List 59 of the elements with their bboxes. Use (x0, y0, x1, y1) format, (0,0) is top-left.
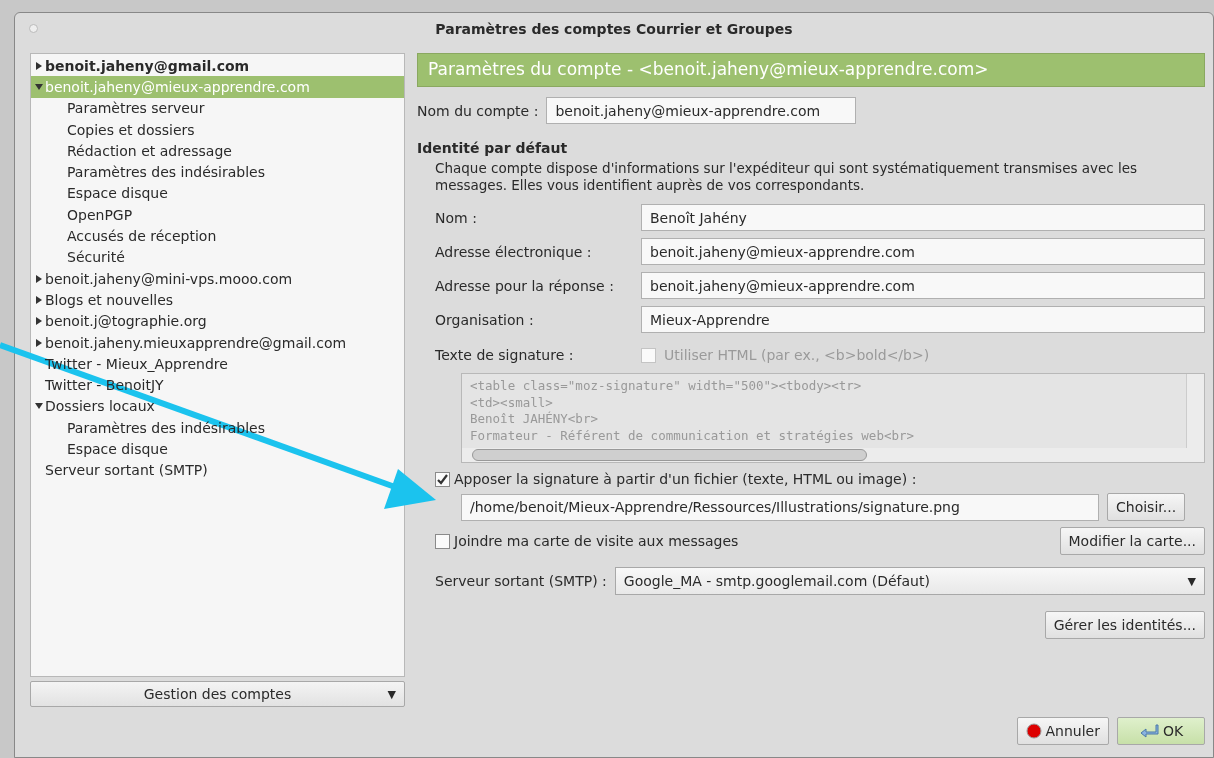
account-tree-item[interactable]: Espace disque (31, 182, 404, 205)
account-tree-item[interactable]: Paramètres serveur (31, 97, 404, 119)
input-field[interactable]: benoit.jaheny@mieux-apprendre.com (641, 272, 1205, 299)
input-field[interactable]: benoit.jaheny@mieux-apprendre.com (641, 238, 1205, 265)
window-dot-icon (29, 24, 38, 33)
checkbox[interactable] (435, 533, 450, 549)
account-tree-item[interactable]: benoit.j@tographie.org (31, 310, 404, 332)
choose-button[interactable]: Choisir... (1107, 493, 1186, 521)
collapsed-triangle-icon[interactable] (35, 61, 43, 70)
section-description: Chaque compte dispose d'informations sur l'expéditeur qui sont systématiquement transmises avec les messages. Elles vous identifient auprès de vos correspondants. (435, 160, 1139, 194)
edit-card-button[interactable]: Modifier la carte... (1059, 527, 1205, 555)
signature-code: <table class="moz-signature" width="500"><tbody><tr> <td><small> Benoît JAHÉNY<br> Formateur - Référent de communication et stratégies web<br> (469, 377, 915, 445)
section-title: Identité par défaut (417, 140, 569, 156)
expanded-triangle-icon[interactable] (35, 82, 43, 91)
input-field[interactable]: benoit.jaheny@mieux-apprendre.com (546, 97, 857, 124)
account-tree-item[interactable]: OpenPGP (31, 204, 404, 226)
return-arrow-icon (1138, 723, 1159, 739)
account-tree-item[interactable]: benoit.jaheny@mini-vps.mooo.com (31, 267, 404, 290)
stop-icon (1025, 723, 1042, 739)
field-label: Nom : (435, 209, 478, 226)
field-label: Adresse électronique : (435, 243, 593, 260)
input-field[interactable]: Mieux-Apprendre (641, 306, 1205, 333)
account-tree-item[interactable]: Sécurité (31, 246, 404, 268)
cancel-button[interactable]: Annuler (1016, 717, 1109, 745)
horizontal-scrollbar[interactable] (462, 448, 1204, 462)
manage-identities-button[interactable]: Gérer les identités... (1044, 611, 1205, 639)
field-label: Organisation : (435, 311, 535, 328)
panel-header: Paramètres du compte - <benoit.jaheny@mieux-apprendre.com> (417, 53, 1205, 87)
collapsed-triangle-icon[interactable] (35, 295, 43, 304)
field-label: Nom du compte : (417, 102, 539, 119)
file-path-field[interactable]: /home/benoit/Mieux-Apprendre/Ressources/Illustrations/signature.png (461, 493, 1099, 521)
field-label: Serveur sortant (SMTP) : (435, 573, 607, 589)
input-field[interactable]: Benoît Jahény (641, 204, 1205, 231)
account-tree-item[interactable]: benoit.jaheny.mieuxapprendre@gmail.com (31, 331, 404, 354)
account-tree-item[interactable]: Accusés de réception (31, 225, 404, 247)
account-tree-item[interactable]: Blogs et nouvelles (31, 289, 404, 311)
window-title: Paramètres des comptes Courrier et Groupes (435, 21, 793, 37)
collapsed-triangle-icon[interactable] (35, 274, 43, 283)
checkbox-label: Joindre ma carte de visite aux messages (454, 533, 739, 549)
account-tree-item[interactable]: Dossiers locaux (31, 395, 404, 418)
account-actions-dropdown[interactable]: Gestion des comptes ▼ (30, 681, 405, 707)
smtp-server-dropdown[interactable]: Google_MA - smtp.googlemail.com (Défaut) ▼ (614, 567, 1205, 595)
field-label: Texte de signature : (435, 347, 575, 363)
ok-button[interactable]: OK (1117, 717, 1205, 745)
account-tree-item[interactable]: Rédaction et adressage (31, 140, 404, 162)
account-tree-item[interactable]: Espace disque (31, 438, 404, 460)
account-tree-item[interactable]: benoit.jaheny@gmail.com (31, 55, 404, 77)
expanded-triangle-icon[interactable] (35, 402, 43, 411)
checkbox-label: Utiliser HTML (par ex., <b>bold</b>) (664, 347, 930, 363)
account-tree-item[interactable]: Serveur sortant (SMTP) (31, 459, 404, 481)
collapsed-triangle-icon[interactable] (35, 338, 43, 347)
checkbox-label: Apposer la signature à partir d'un fichier (texte, HTML ou image) : (454, 471, 917, 487)
collapsed-triangle-icon[interactable] (35, 317, 43, 326)
vertical-scrollbar[interactable] (1186, 374, 1204, 448)
account-tree-item[interactable]: Copies et dossiers (31, 118, 404, 141)
account-tree-item[interactable]: Paramètres des indésirables (31, 161, 404, 183)
field-label: Adresse pour la réponse : (435, 277, 615, 294)
checkbox[interactable] (435, 471, 450, 487)
checkmark-icon (436, 472, 449, 486)
